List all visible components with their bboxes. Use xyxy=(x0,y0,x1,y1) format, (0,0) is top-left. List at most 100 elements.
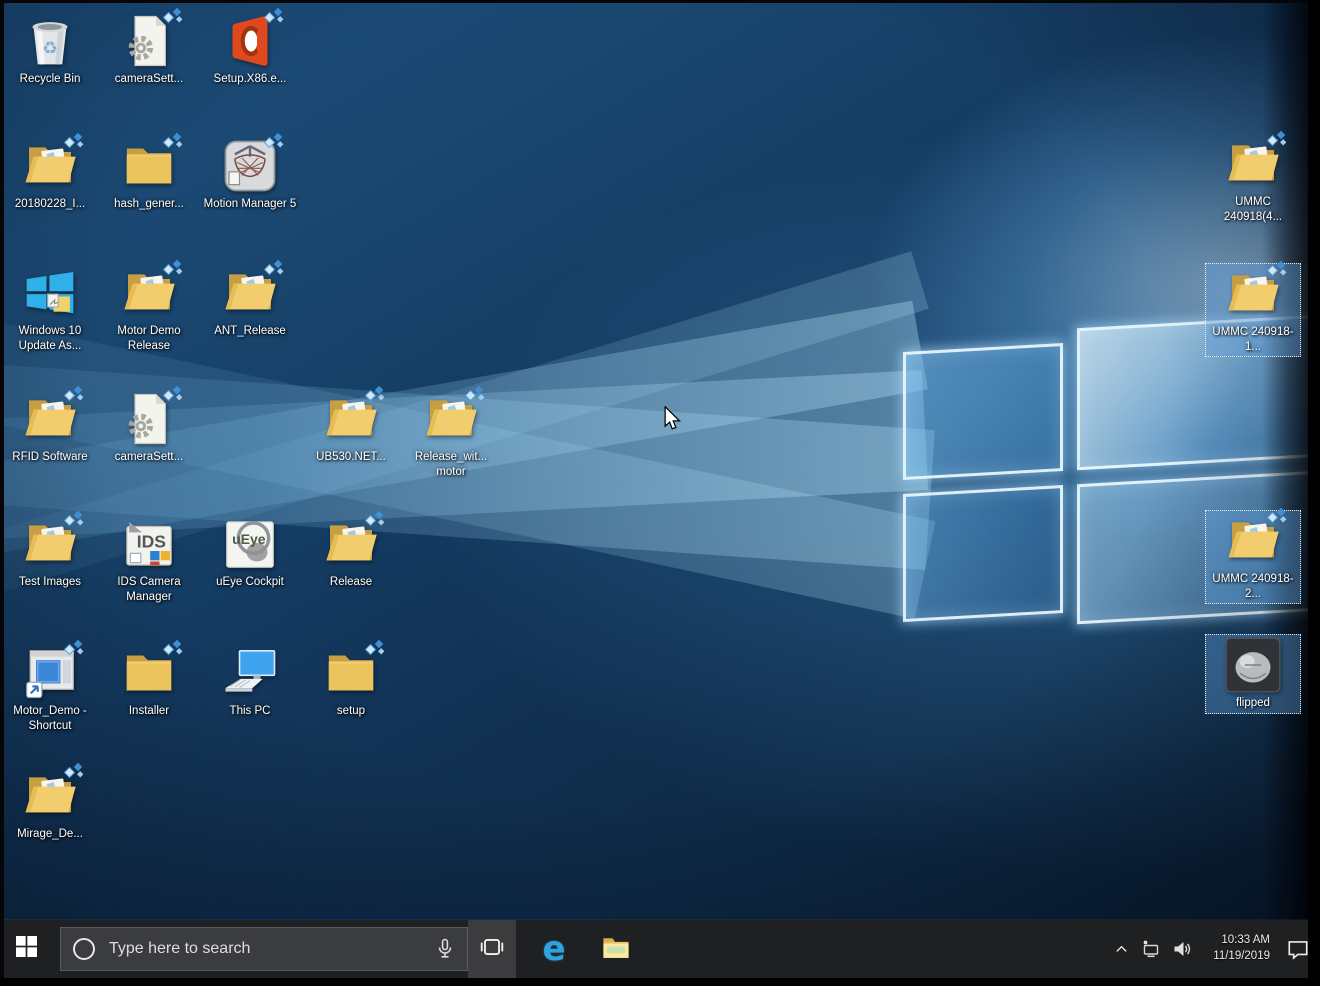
taskbar: Type here to search e 10:33 AM 11/19/201… xyxy=(0,920,1320,978)
desktop-icon-ummc-240918-1[interactable]: UMMC 240918-1... xyxy=(1205,260,1301,358)
start-button[interactable] xyxy=(0,920,52,978)
desktop-icon-mirage-de[interactable]: Mirage_De... xyxy=(2,762,98,845)
windows-10-desktop-screen: ♻ Recycle Bin cameraSett... Setup.X86.e... 2… xyxy=(0,0,1320,986)
desktop-icon-installer[interactable]: Installer xyxy=(101,639,197,722)
sync-badge-icon xyxy=(163,132,185,152)
desktop-icon-ids-camera-manager[interactable]: IDS IDS Camera Manager xyxy=(101,513,197,607)
folder-open-icon xyxy=(423,385,485,447)
desktop-icon-label: Recycle Bin xyxy=(19,73,81,85)
folder-icon xyxy=(121,132,183,194)
ueye-icon: uEye xyxy=(222,516,278,572)
desktop-icon-motor-demo-shortcut[interactable]: Motor_Demo - Shortcut xyxy=(2,639,98,736)
file-explorer-button[interactable] xyxy=(592,920,640,978)
desktop-icon-label: UMMC 240918-1... xyxy=(1212,326,1294,353)
volume-icon[interactable] xyxy=(1166,920,1196,978)
desktop-icon-label: 20180228_I... xyxy=(14,198,86,210)
desktop-icon-label: Mirage_De... xyxy=(17,828,83,840)
desktop-icon-setup[interactable]: setup xyxy=(303,639,399,722)
sync-badge-icon xyxy=(64,132,86,152)
desktop-icon-motor-demo-release[interactable]: Motor Demo Release xyxy=(101,259,197,356)
image-thumb-icon xyxy=(1225,637,1281,693)
desktop-icon-rfid-software[interactable]: RFID Software xyxy=(2,385,98,468)
folder-open-icon xyxy=(22,132,84,194)
sync-badge-icon xyxy=(64,385,86,405)
sync-badge-icon xyxy=(163,259,185,279)
edge-icon: e xyxy=(542,929,566,969)
taskbar-clock[interactable]: 10:33 AM 11/19/2019 xyxy=(1196,933,1276,964)
desktop-icon-setup-x86-e[interactable]: Setup.X86.e... xyxy=(202,7,298,90)
desktop-icon-label: Motor Demo Release xyxy=(117,325,181,352)
sync-badge-icon xyxy=(365,639,387,659)
clock-time: 10:33 AM xyxy=(1221,934,1270,947)
sync-badge-icon xyxy=(64,510,86,530)
motion-icon xyxy=(222,132,284,194)
edge-browser-button[interactable]: e xyxy=(530,920,578,978)
desktop-icon-label: This PC xyxy=(229,705,271,717)
desktop-icon-ummc-240918-2[interactable]: UMMC 240918-2... xyxy=(1205,507,1301,605)
tray-chevron-button[interactable] xyxy=(1106,920,1136,978)
microphone-icon[interactable] xyxy=(435,938,455,960)
network-icon[interactable] xyxy=(1136,920,1166,978)
desktop-icon-label: IDS Camera Manager xyxy=(117,576,181,603)
sync-badge-icon xyxy=(1267,130,1289,150)
sync-badge-icon xyxy=(64,639,86,659)
desktop-icon-20180228-i[interactable]: 20180228_I... xyxy=(2,132,98,215)
svg-text:IDS: IDS xyxy=(137,532,166,552)
sync-badge-icon xyxy=(264,7,286,27)
folder-open-icon xyxy=(323,385,385,447)
file-explorer-icon xyxy=(602,935,630,964)
folder-open-icon xyxy=(1225,130,1287,192)
desktop-icon-hash-gener[interactable]: hash_gener... xyxy=(101,132,197,215)
desktop-icon-label: UMMC 240918(4... xyxy=(1223,196,1283,223)
desktop-icon-release-wit-motor[interactable]: Release_wit... motor xyxy=(403,385,499,482)
folder-open-icon xyxy=(22,762,84,824)
desktop-icon-label: uEye Cockpit xyxy=(216,576,284,588)
desktop-icon-windows-10-update-as[interactable]: Windows 10 Update As... xyxy=(2,262,98,356)
desktop-icon-label: Motor_Demo - Shortcut xyxy=(13,705,87,732)
file-gear-icon xyxy=(121,7,183,69)
folder-open-icon xyxy=(22,510,84,572)
desktop-icon-label: hash_gener... xyxy=(114,198,184,210)
ids-icon: IDS xyxy=(121,516,177,572)
desktop-icon-ub530-net[interactable]: UB530.NET... xyxy=(303,385,399,468)
svg-text:uEye: uEye xyxy=(232,531,266,547)
app-shortcut-icon xyxy=(22,639,84,701)
desktop-icon-ueye-cockpit[interactable]: uEye uEye Cockpit xyxy=(202,513,298,593)
system-tray: 10:33 AM 11/19/2019 xyxy=(1106,920,1320,978)
desktop-icon-test-images[interactable]: Test Images xyxy=(2,510,98,593)
desktop-icon-flipped[interactable]: flipped xyxy=(1205,634,1301,714)
sync-badge-icon xyxy=(365,510,387,530)
desktop-icon-label: UMMC 240918-2... xyxy=(1212,573,1294,600)
windows-logo-icon xyxy=(15,936,37,962)
desktop-icon-release[interactable]: Release xyxy=(303,510,399,593)
desktop-icon-label: cameraSett... xyxy=(114,73,184,85)
desktop-icon-label: cameraSett... xyxy=(114,451,184,463)
search-placeholder: Type here to search xyxy=(109,940,251,957)
desktop-icon-recycle-bin[interactable]: ♻ Recycle Bin xyxy=(2,10,98,90)
folder-open-icon xyxy=(1225,260,1287,322)
sync-badge-icon xyxy=(163,385,185,405)
desktop-icon-label: Windows 10 Update As... xyxy=(18,325,82,352)
folder-open-icon xyxy=(1225,507,1287,569)
desktop-icon-label: Installer xyxy=(128,705,170,717)
sync-badge-icon xyxy=(465,385,487,405)
search-input[interactable]: Type here to search xyxy=(60,927,468,971)
mouse-cursor xyxy=(662,405,682,437)
desktop-icon-ant-release[interactable]: ANT_Release xyxy=(202,259,298,342)
desktop-icon-this-pc[interactable]: This PC xyxy=(202,642,298,722)
folder-icon xyxy=(121,639,183,701)
desktop-icon-camerasett[interactable]: cameraSett... xyxy=(101,385,197,468)
desktop-icon-motion-manager-5[interactable]: Motion Manager 5 xyxy=(202,132,298,215)
office-icon xyxy=(222,7,284,69)
windows-update-icon xyxy=(22,265,78,321)
sync-badge-icon xyxy=(264,132,286,152)
task-view-button[interactable] xyxy=(468,920,516,978)
sync-badge-icon xyxy=(1267,507,1289,527)
desktop-icon-ummc-240918-4[interactable]: UMMC 240918(4... xyxy=(1205,130,1301,227)
folder-open-icon xyxy=(222,259,284,321)
folder-open-icon xyxy=(323,510,385,572)
cortana-icon xyxy=(73,938,95,960)
sync-badge-icon xyxy=(64,762,86,782)
sync-badge-icon xyxy=(163,7,185,27)
desktop-icon-camerasett[interactable]: cameraSett... xyxy=(101,7,197,90)
